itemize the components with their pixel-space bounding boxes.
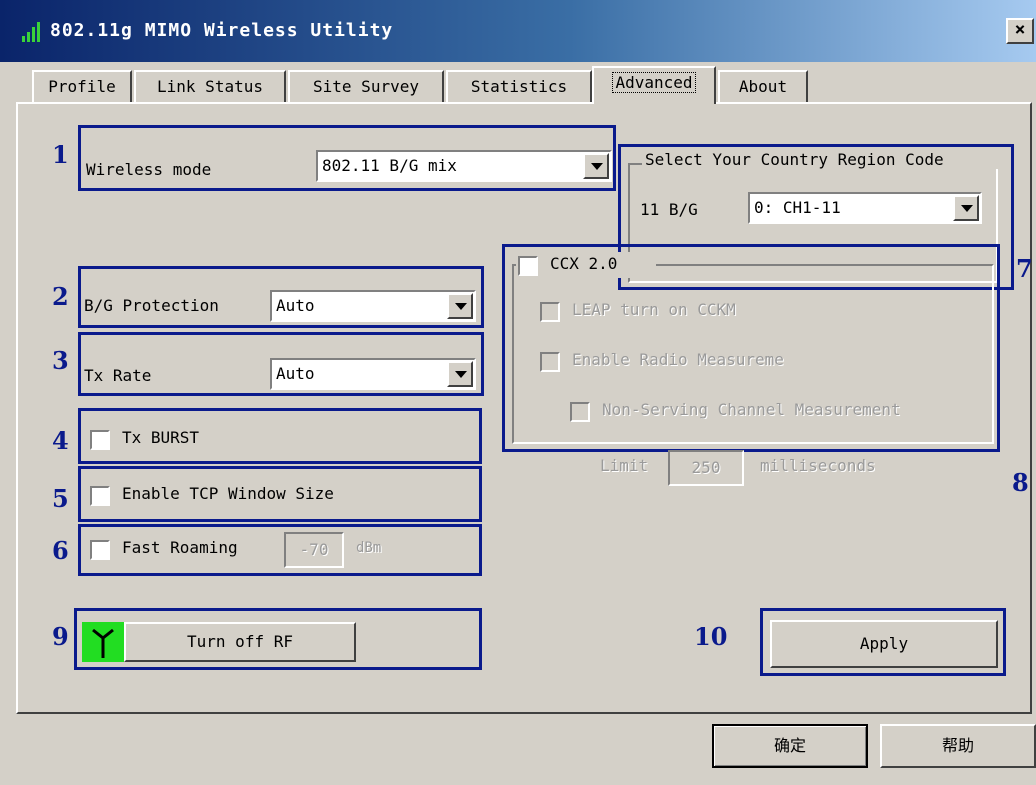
non-serving-label: Non-Serving Channel Measurement (602, 400, 901, 419)
tab-statistics[interactable]: Statistics (446, 70, 592, 102)
annotation-1: 1 (52, 140, 69, 169)
annotation-3: 3 (52, 346, 69, 375)
tcp-window-checkbox[interactable] (90, 486, 110, 506)
tx-rate-select[interactable]: Auto (270, 358, 476, 390)
tab-site-survey[interactable]: Site Survey (288, 70, 444, 102)
ok-button[interactable]: 确定 (712, 724, 868, 768)
annotation-10: 10 (694, 622, 728, 651)
tx-burst-checkbox[interactable] (90, 430, 110, 450)
chevron-down-icon[interactable] (447, 293, 473, 319)
tab-advanced[interactable]: Advanced (592, 66, 716, 104)
help-button[interactable]: 帮助 (880, 724, 1036, 768)
wireless-mode-select[interactable]: 802.11 B/G mix (316, 150, 612, 182)
annotation-6: 6 (52, 536, 69, 565)
antenna-icon (82, 622, 124, 662)
tab-about[interactable]: About (718, 70, 808, 102)
chevron-down-icon[interactable] (447, 361, 473, 387)
annotation-9: 9 (52, 622, 69, 651)
fast-roaming-unit: dBm (356, 540, 382, 556)
tx-rate-label: Tx Rate (84, 366, 152, 385)
tcp-window-label: Enable TCP Window Size (122, 484, 334, 503)
band-label: 11 B/G (640, 200, 698, 219)
annotation-7: 7 (1016, 254, 1033, 283)
country-region-select[interactable]: 0: CH1-11 (748, 192, 982, 224)
annotation-8: 8 (1012, 468, 1029, 497)
ccx-checkbox[interactable] (518, 256, 538, 276)
leap-checkbox[interactable] (540, 302, 560, 322)
turn-off-rf-button[interactable]: Turn off RF (124, 622, 356, 662)
window-title: 802.11g MIMO Wireless Utility (50, 20, 394, 41)
country-group-title: Select Your Country Region Code (642, 150, 1010, 169)
fast-roaming-label: Fast Roaming (122, 538, 238, 557)
annotation-4: 4 (52, 426, 69, 455)
tab-profile[interactable]: Profile (32, 70, 132, 102)
annotation-5: 5 (52, 484, 69, 513)
leap-label: LEAP turn on CCKM (572, 300, 736, 319)
non-serving-checkbox[interactable] (570, 402, 590, 422)
radio-measure-checkbox[interactable] (540, 352, 560, 372)
bg-protection-select[interactable]: Auto (270, 290, 476, 322)
fast-roaming-checkbox[interactable] (90, 540, 110, 560)
ccx-label: CCX 2.0 (550, 254, 618, 273)
radio-measure-label: Enable Radio Measureme (572, 350, 784, 369)
wireless-mode-label: Wireless mode (86, 160, 212, 179)
limit-unit: milliseconds (760, 456, 876, 475)
limit-label: Limit (600, 456, 649, 475)
signal-icon (22, 22, 44, 42)
title-bar[interactable]: 802.11g MIMO Wireless Utility × (0, 0, 1036, 62)
tx-burst-label: Tx BURST (122, 428, 200, 447)
close-button[interactable]: × (1006, 18, 1034, 44)
fast-roaming-input[interactable]: -70 (284, 532, 344, 568)
bg-protection-label: B/G Protection (84, 296, 219, 315)
annotation-2: 2 (52, 282, 69, 311)
apply-button[interactable]: Apply (770, 620, 998, 668)
chevron-down-icon[interactable] (583, 153, 609, 179)
limit-input[interactable]: 250 (668, 450, 744, 486)
chevron-down-icon[interactable] (953, 195, 979, 221)
tab-link-status[interactable]: Link Status (134, 70, 286, 102)
